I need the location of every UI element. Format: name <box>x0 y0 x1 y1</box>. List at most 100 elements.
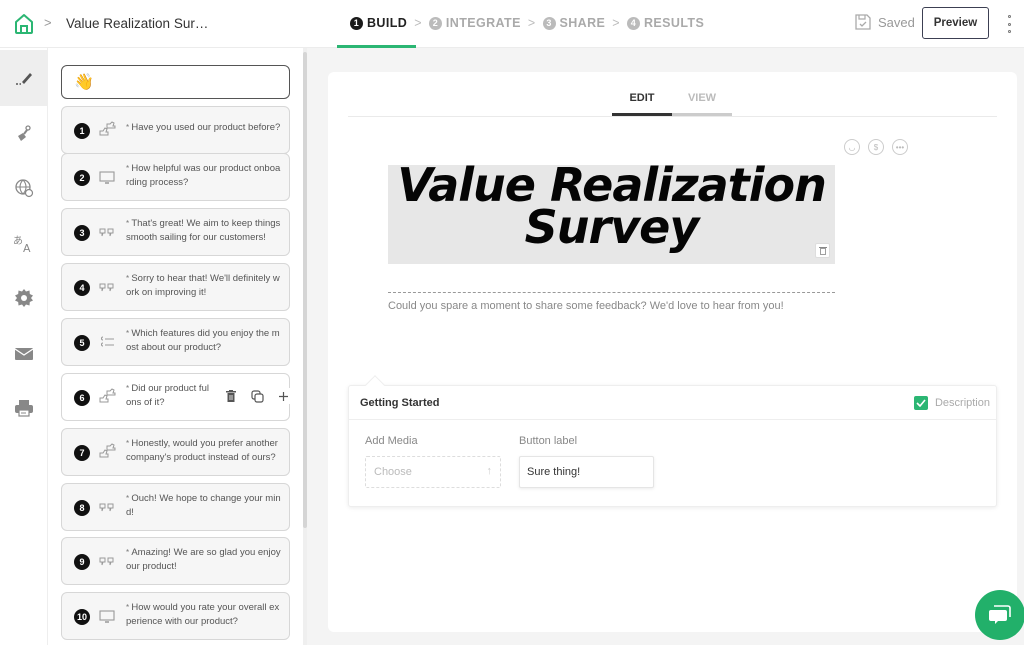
question-text: Honestly, would you prefer another compa… <box>126 437 282 464</box>
chat-support-button[interactable] <box>975 590 1024 640</box>
step-label: RESULTS <box>643 16 705 30</box>
tab-view[interactable]: VIEW <box>672 88 732 116</box>
button-label-label: Button label <box>519 435 578 447</box>
pen-icon <box>16 73 32 85</box>
preview-button[interactable]: Preview <box>922 7 989 39</box>
rail-item-languages[interactable] <box>0 160 48 216</box>
svg-text:A: A <box>23 242 31 254</box>
more-options-button[interactable] <box>1005 15 1013 33</box>
ellipsis-icon: ••• <box>895 142 905 152</box>
welcome-hero-image[interactable]: Value Realization Survey <box>388 165 835 264</box>
question-actions <box>220 388 290 404</box>
dot-icon <box>1007 22 1011 26</box>
step-label: BUILD <box>367 16 408 30</box>
question-card[interactable]: 7 Honestly, would you prefer another com… <box>61 428 290 476</box>
delete-image-button[interactable] <box>815 243 830 258</box>
question-card[interactable]: 6 Did our product ful ons of it? <box>61 373 290 421</box>
tool-rail: あA <box>0 48 48 645</box>
step-build[interactable]: 1 BUILD <box>350 16 407 30</box>
add-question-button[interactable] <box>276 388 290 404</box>
home-icon <box>15 14 33 34</box>
translate-icon: あA <box>13 235 31 254</box>
trash-icon <box>226 390 236 402</box>
description-toggle[interactable]: Description <box>913 396 990 410</box>
survey-title[interactable]: Value Realization Sur… <box>66 16 208 31</box>
step-share[interactable]: 3 SHARE <box>542 16 606 30</box>
quote-icon <box>99 228 114 237</box>
add-media-picker[interactable]: Choose ↑ <box>365 456 501 488</box>
rail-item-build[interactable] <box>0 50 48 106</box>
dot-icon <box>1007 30 1011 33</box>
question-card[interactable]: 10 How would you rate your overall exper… <box>61 592 290 640</box>
description-label: Description <box>934 397 990 409</box>
questions-scrollbar-thumb[interactable] <box>303 52 307 528</box>
tabs-divider <box>348 116 997 117</box>
welcome-screen-card[interactable]: 👋 <box>61 65 290 99</box>
monitor-icon <box>99 610 115 623</box>
rail-item-settings[interactable] <box>0 270 48 326</box>
step-number: 1 <box>350 16 363 30</box>
dollar-icon: $ <box>873 142 879 152</box>
plus-icon <box>278 391 288 401</box>
yes-no-icon <box>99 388 116 403</box>
question-card[interactable]: 5 Which features did you enjoy the most … <box>61 318 290 366</box>
upload-arrow-icon: ↑ <box>486 465 493 477</box>
editor-canvas <box>328 72 1017 632</box>
description-checkbox[interactable] <box>913 396 928 410</box>
step-results[interactable]: 4 RESULTS <box>626 16 705 30</box>
saved-label: Saved <box>878 14 915 30</box>
dot-icon <box>1007 15 1011 18</box>
question-number: 9 <box>74 554 90 570</box>
question-card[interactable]: 2 How helpful was our product onboarding… <box>61 153 290 201</box>
emoji-button[interactable]: ◡ <box>844 139 860 155</box>
step-integrate[interactable]: 2 INTEGRATE <box>428 16 521 30</box>
save-icon <box>855 14 871 30</box>
question-card[interactable]: 8 Ouch! We hope to change your mind! <box>61 483 290 531</box>
duplicate-question-button[interactable] <box>250 388 264 404</box>
smile-icon: ◡ <box>848 142 856 152</box>
title-divider <box>388 292 835 293</box>
rail-item-email[interactable] <box>0 326 48 382</box>
paint-brush-icon <box>18 125 31 141</box>
copy-icon <box>250 389 264 403</box>
tab-edit[interactable]: EDIT <box>612 88 672 116</box>
question-text-line: Did our product ful <box>131 383 209 394</box>
question-text: Amazing! We are so glad you enjoy our pr… <box>126 546 282 573</box>
active-step-indicator <box>337 45 416 48</box>
question-number: 5 <box>74 335 90 351</box>
more-button[interactable]: ••• <box>892 139 908 155</box>
monitor-icon <box>99 171 115 184</box>
question-text-line: ons of it? <box>126 396 165 408</box>
element-toolbar: ◡ $ ••• <box>844 139 908 155</box>
settings-title: Getting Started <box>360 397 440 409</box>
button-label-input[interactable] <box>519 456 654 488</box>
top-bar: > Value Realization Sur… 1 BUILD > 2 INT… <box>0 0 1024 48</box>
step-label: SHARE <box>559 16 606 30</box>
wizard-steps: 1 BUILD > 2 INTEGRATE > 3 SHARE > 4 RESU… <box>350 16 704 30</box>
question-number: 6 <box>74 390 90 406</box>
question-card[interactable]: 4 Sorry to hear that! We'll definitely w… <box>61 263 290 311</box>
mail-icon <box>14 348 34 360</box>
step-separator: > <box>612 16 620 30</box>
quote-icon <box>99 503 114 512</box>
question-text: Which features did you enjoy the most ab… <box>126 327 282 354</box>
question-card[interactable]: 9 Amazing! We are so glad you enjoy our … <box>61 537 290 585</box>
question-number: 2 <box>74 170 90 186</box>
quote-icon <box>99 557 114 566</box>
rail-item-translate[interactable]: あA <box>0 216 48 272</box>
step-label: INTEGRATE <box>445 16 521 30</box>
variable-button[interactable]: $ <box>868 139 884 155</box>
welcome-description[interactable]: Could you spare a moment to share some f… <box>388 300 784 312</box>
question-number: 10 <box>74 609 90 625</box>
question-number: 3 <box>74 225 90 241</box>
checkmark-icon <box>916 399 926 407</box>
delete-question-button[interactable] <box>224 388 238 404</box>
rail-item-print[interactable] <box>0 380 48 436</box>
questions-panel: 👋 1 Have you used our product before? 2 … <box>48 48 304 645</box>
question-card[interactable]: 1 Have you used our product before? <box>61 106 290 154</box>
svg-text:あ: あ <box>13 235 23 247</box>
home-button[interactable] <box>14 13 34 35</box>
question-card[interactable]: 3 That's great! We aim to keep things sm… <box>61 208 290 256</box>
rail-item-design[interactable] <box>0 106 48 162</box>
question-text: Sorry to hear that! We'll definitely wor… <box>126 272 282 299</box>
